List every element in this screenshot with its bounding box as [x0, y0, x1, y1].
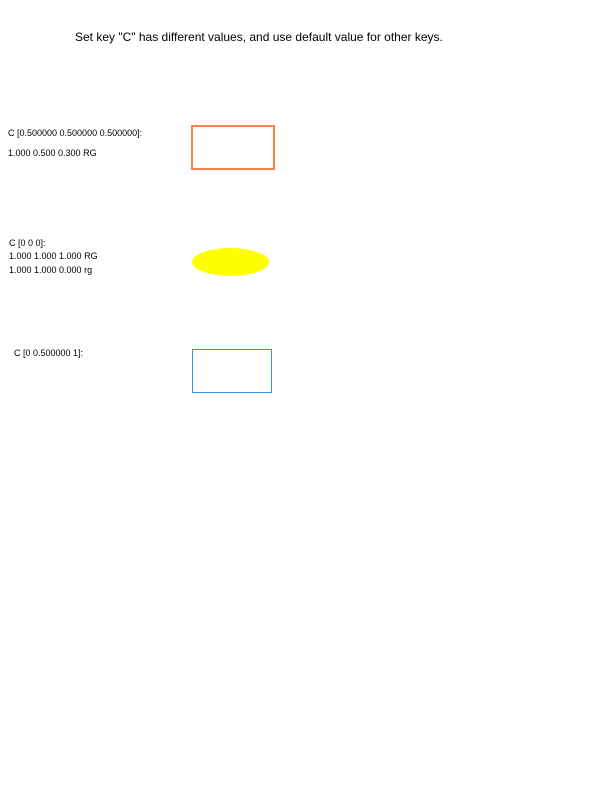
annotation-2-key-label: C [0 0 0]:	[9, 238, 46, 248]
blue-square-annotation	[192, 349, 272, 393]
annotation-1-color-op: 1.000 0.500 0.300 RG	[8, 148, 97, 158]
annotation-3-key-label: C [0 0.500000 1]:	[14, 348, 84, 358]
annotation-2-fill-op: 1.000 1.000 0.000 rg	[9, 265, 93, 275]
page-title: Set key "C" has different values, and us…	[75, 30, 443, 44]
orange-square-annotation	[191, 125, 275, 170]
yellow-circle-annotation	[192, 248, 269, 276]
annotation-1-key-label: C [0.500000 0.500000 0.500000]:	[8, 128, 143, 138]
annotation-2-stroke-op: 1.000 1.000 1.000 RG	[9, 251, 98, 261]
